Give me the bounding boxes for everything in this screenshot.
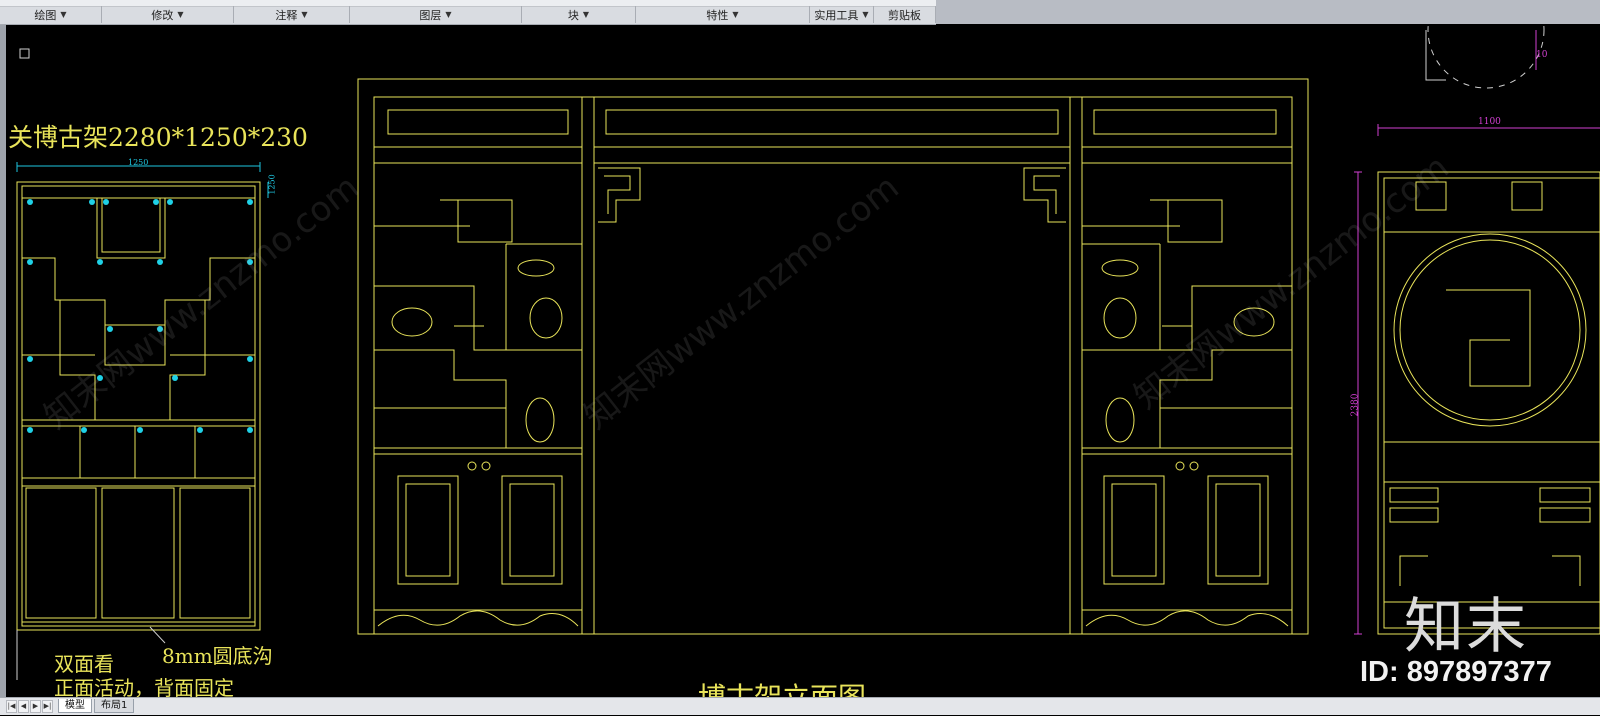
panel-annotate[interactable]: 注释 ▼ [234, 6, 350, 23]
dimension-right-width: 1100 [1478, 117, 1501, 127]
viewport-marker [19, 48, 30, 59]
layout-tab-bar: |◀ ◀ ▶ ▶| 模型 布局1 [0, 697, 1600, 715]
panel-label: 图层 [419, 8, 442, 22]
next-tab-icon[interactable]: ▶ [30, 700, 41, 713]
panel-label: 块 [567, 8, 579, 22]
chevron-down-icon: ▼ [177, 10, 184, 19]
first-tab-icon[interactable]: |◀ [6, 700, 17, 713]
panel-clipboard[interactable]: 剪贴板 [874, 6, 936, 23]
panel-properties[interactable]: 特性 ▼ [636, 6, 810, 23]
dimension-left-side: 1250 [267, 174, 277, 195]
chevron-down-icon: ▼ [582, 10, 590, 19]
dimension-top-right: 10 [1536, 50, 1548, 60]
dimension-left-width: 1250 [128, 158, 149, 167]
chevron-down-icon: ▼ [445, 10, 452, 19]
panel-label: 修改 [151, 8, 174, 22]
panel-modify[interactable]: 修改 ▼ [102, 6, 234, 23]
chevron-down-icon: ▼ [732, 10, 739, 19]
tab-model[interactable]: 模型 [58, 699, 92, 713]
panel-label: 剪贴板 [888, 8, 921, 22]
panel-draw[interactable]: 绘图 ▼ [0, 6, 102, 23]
panel-utilities[interactable]: 实用工具 ▼ [810, 6, 874, 23]
brand-logo: 知末 [1404, 592, 1528, 662]
tab-layout1[interactable]: 布局1 [94, 699, 135, 713]
panel-layers[interactable]: 图层 ▼ [350, 6, 522, 23]
panel-label: 注释 [275, 8, 298, 22]
panel-label: 实用工具 [814, 8, 859, 22]
chevron-down-icon: ▼ [60, 10, 67, 19]
prev-tab-icon[interactable]: ◀ [18, 700, 29, 713]
panel-label: 绘图 [34, 8, 57, 22]
panel-label: 特性 [706, 8, 729, 22]
chevron-down-icon: ▼ [862, 10, 869, 19]
drawing-title-left: 关博古架2280*1250*230 [8, 123, 308, 152]
top-right-detail [1425, 25, 1545, 89]
ribbon-empty-area [936, 0, 1600, 24]
panel-block[interactable]: 块 ▼ [522, 6, 636, 23]
note-groove: 8mm圆底沟 [162, 644, 273, 668]
dimension-right-height: 2380 [1350, 393, 1361, 417]
chevron-down-icon: ▼ [301, 10, 308, 19]
last-tab-icon[interactable]: ▶| [42, 700, 53, 713]
brand-id: ID: 897897377 [1360, 656, 1552, 688]
